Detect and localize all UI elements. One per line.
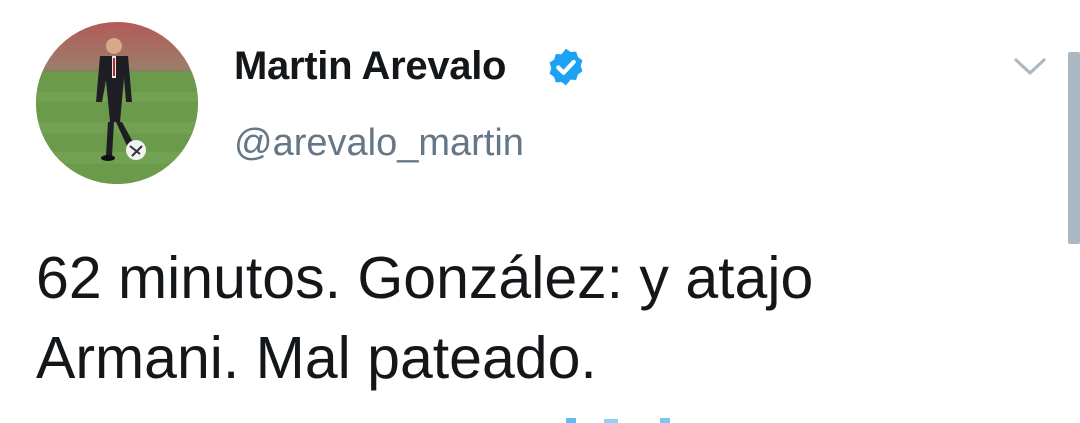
cutoff-content-edge	[566, 418, 670, 423]
tweet-text-line: 62 minutos. González: y atajo	[36, 245, 814, 311]
display-name[interactable]: Martin Arevalo	[234, 44, 506, 89]
verified-badge-icon	[549, 48, 583, 86]
avatar-photo	[36, 22, 198, 184]
scrollbar[interactable]	[1068, 52, 1080, 244]
tweet-text: 62 minutos. González: y atajo Armani. Ma…	[36, 238, 1036, 398]
user-handle[interactable]: @arevalo_martin	[234, 122, 524, 165]
tweet-text-line: Armani. Mal pateado.	[36, 325, 597, 391]
chevron-down-icon[interactable]	[1010, 52, 1050, 80]
tweet-card: Martin Arevalo @arevalo_martin 62 minuto…	[0, 0, 1080, 423]
avatar[interactable]	[36, 22, 198, 184]
